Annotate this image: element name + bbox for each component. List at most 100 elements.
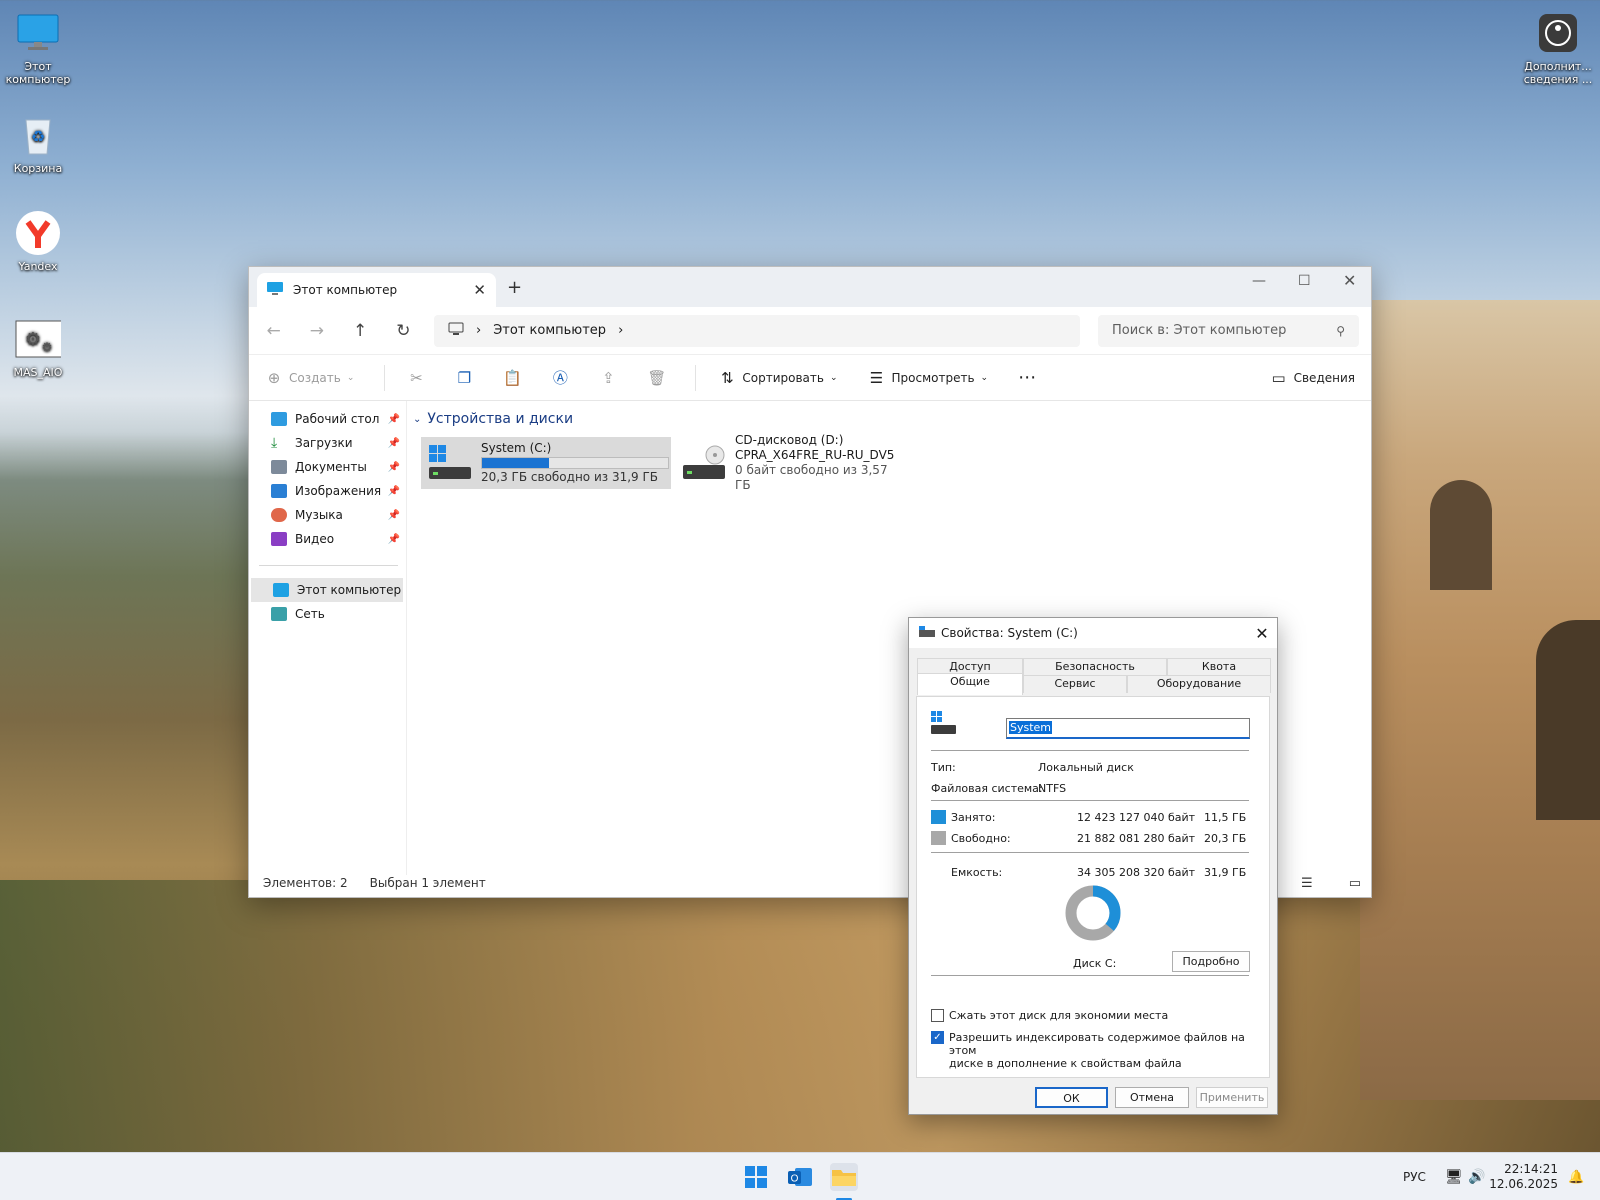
breadcrumb-item[interactable]: Этот компьютер <box>493 323 606 338</box>
notification-bell-icon[interactable]: 🔔 <box>1568 1153 1584 1200</box>
drive-name: CD-дисковод (D:) <box>735 433 844 447</box>
desktop-icon-recycle-bin[interactable]: ♻ Корзина <box>0 112 76 175</box>
pin-icon: 📌 <box>387 485 400 497</box>
sidebar-item-desktop[interactable]: Рабочий стол 📌 <box>249 407 406 431</box>
more-options-button[interactable]: ⋯ <box>1018 367 1036 388</box>
copy-icon: ❐ <box>457 368 472 387</box>
cut-button[interactable]: ✂ <box>407 369 425 387</box>
desktop-icon-mas-aio[interactable]: ⚙ ⚙ MAS_AIO <box>0 316 76 379</box>
index-checkbox[interactable]: ✓ <box>931 1031 944 1044</box>
file-explorer-icon[interactable] <box>830 1163 858 1191</box>
chevron-right-icon[interactable]: › <box>618 323 623 338</box>
document-icon <box>271 460 287 474</box>
new-tab-icon[interactable]: + <box>507 277 522 298</box>
desktop-icon-more-info[interactable]: Дополнит... сведения ... <box>1518 10 1598 86</box>
address-bar: ← → ↑ ↻ › Этот компьютер › Поиск в: Этот… <box>249 307 1371 355</box>
delete-button[interactable]: 🗑 <box>647 368 667 387</box>
details-pane-button[interactable]: ▭ Сведения <box>1270 369 1355 387</box>
tab-general[interactable]: Общие <box>917 673 1023 695</box>
divider <box>384 364 386 391</box>
group-header-devices[interactable]: ⌄ Устройства и диски <box>413 411 1371 427</box>
navigation-pane: Рабочий стол 📌 ⤓ Загрузки 📌 Документы 📌 Изоб… <box>249 401 407 875</box>
gear-script-icon: ⚙ ⚙ <box>15 316 61 362</box>
dialog-title-bar: Свойства: System (C:) ✕ <box>909 618 1277 648</box>
search-input[interactable]: Поиск в: Этот компьютер ⚲ <box>1098 314 1360 347</box>
cancel-button[interactable]: Отмена <box>1115 1087 1189 1108</box>
sidebar-item-videos[interactable]: Видео 📌 <box>249 527 406 551</box>
chevron-down-icon: ⌄ <box>413 413 422 425</box>
breadcrumb[interactable]: › Этот компьютер › <box>434 314 1080 347</box>
sort-arrows-icon: ⇅ <box>721 368 734 387</box>
tab-tools[interactable]: Сервис <box>1023 675 1127 693</box>
share-button[interactable]: ⇪ <box>599 369 617 387</box>
clock[interactable]: 22:14:21 12.06.2025 <box>1489 1153 1558 1200</box>
drive-name: System (C:) <box>481 441 552 455</box>
disk-usage-donut <box>1065 885 1121 941</box>
svg-text:⚙: ⚙ <box>25 329 41 350</box>
clock-date: 12.06.2025 <box>1489 1177 1558 1191</box>
drive-volume-label: CPRA_X64FRE_RU-RU_DV5 <box>735 448 895 462</box>
index-label-line2: диске в дополнение к свойствам файла <box>949 1057 1182 1070</box>
close-window-icon[interactable]: ✕ <box>1343 271 1356 290</box>
tiles-view-icon[interactable]: ▭ <box>1349 876 1361 891</box>
outlook-icon[interactable]: O <box>786 1163 814 1191</box>
capacity-gb: 31,9 ГБ <box>1204 866 1247 879</box>
details-pane-icon: ▭ <box>1271 368 1286 387</box>
view-list-icon: ☰ <box>869 368 884 387</box>
minimize-icon[interactable]: — <box>1252 273 1266 289</box>
start-windows-icon[interactable] <box>742 1163 770 1191</box>
drive-tile-system-c[interactable]: System (C:) 20,3 ГБ свободно из 31,9 ГБ <box>421 437 671 489</box>
sidebar-item-network[interactable]: Сеть <box>249 602 406 626</box>
tab-quota[interactable]: Квота <box>1167 658 1271 676</box>
volume-icon[interactable]: 🔊 <box>1468 1153 1485 1200</box>
pin-icon: 📌 <box>387 509 400 521</box>
sidebar-item-documents[interactable]: Документы 📌 <box>249 455 406 479</box>
tab-this-pc[interactable]: Этот компьютер ✕ <box>257 273 496 307</box>
desktop-icon-yandex[interactable]: Yandex <box>0 210 76 273</box>
back-arrow-icon[interactable]: ← <box>261 321 286 341</box>
copy-button[interactable]: ❐ <box>455 369 473 387</box>
up-arrow-icon[interactable]: ↑ <box>348 321 373 341</box>
drive-tile-cd-d[interactable]: CD-дисковод (D:) CPRA_X64FRE_RU-RU_DV5 0… <box>675 433 905 492</box>
type-value: Локальный диск <box>1038 761 1134 774</box>
details-button[interactable]: Подробно <box>1172 951 1250 972</box>
recycle-bin-icon: ♻ <box>15 112 61 158</box>
free-gb: 20,3 ГБ <box>1204 832 1247 845</box>
close-tab-icon[interactable]: ✕ <box>473 281 486 299</box>
sidebar-item-music[interactable]: Музыка 📌 <box>249 503 406 527</box>
sidebar-item-downloads[interactable]: ⤓ Загрузки 📌 <box>249 431 406 455</box>
video-icon <box>271 532 287 546</box>
details-view-icon[interactable]: ☰ <box>1301 876 1313 891</box>
divider <box>931 852 1249 853</box>
refresh-icon[interactable]: ↻ <box>391 321 416 341</box>
filesystem-value: NTFS <box>1038 782 1067 795</box>
apply-button[interactable]: Применить <box>1196 1087 1268 1108</box>
svg-text:O: O <box>791 1174 799 1185</box>
tab-security[interactable]: Безопасность <box>1023 658 1167 676</box>
input-language-indicator[interactable]: РУС <box>1403 1153 1426 1200</box>
network-icon <box>271 607 287 621</box>
sort-button[interactable]: ⇅ Сортировать ⌄ <box>718 369 837 387</box>
clipboard-icon: 📋 <box>503 368 523 387</box>
close-dialog-icon[interactable]: ✕ <box>1247 624 1277 643</box>
maximize-icon[interactable]: ☐ <box>1298 273 1311 289</box>
desktop-icon-this-pc[interactable]: Этот компьютер <box>0 10 76 86</box>
properties-dialog: Свойства: System (C:) ✕ Доступ Безопасно… <box>908 617 1278 1115</box>
compress-checkbox[interactable] <box>931 1009 944 1022</box>
new-button[interactable]: ⊕ Создать ⌄ <box>265 368 355 387</box>
chevron-right-icon: › <box>476 323 482 338</box>
view-button[interactable]: ☰ Просмотреть ⌄ <box>868 368 988 387</box>
network-status-icon[interactable]: 🖥 <box>1445 1153 1463 1200</box>
volume-label-input[interactable]: System <box>1006 718 1250 739</box>
sidebar-item-this-pc[interactable]: Этот компьютер <box>251 578 403 602</box>
svg-text:♻: ♻ <box>31 127 45 146</box>
plus-circle-icon: ⊕ <box>267 368 281 387</box>
sidebar-item-pictures[interactable]: Изображения 📌 <box>249 479 406 503</box>
tab-hardware[interactable]: Оборудование <box>1127 675 1271 693</box>
rename-button[interactable]: Ⓐ <box>551 367 569 388</box>
ok-button[interactable]: ОК <box>1035 1087 1108 1108</box>
forward-arrow-icon[interactable]: → <box>304 321 329 341</box>
trash-icon: 🗑 <box>647 368 667 387</box>
taskbar: O РУС 🖥 🔊 22:14:21 12.06.2025 🔔 <box>0 1152 1600 1200</box>
paste-button[interactable]: 📋 <box>503 368 523 387</box>
